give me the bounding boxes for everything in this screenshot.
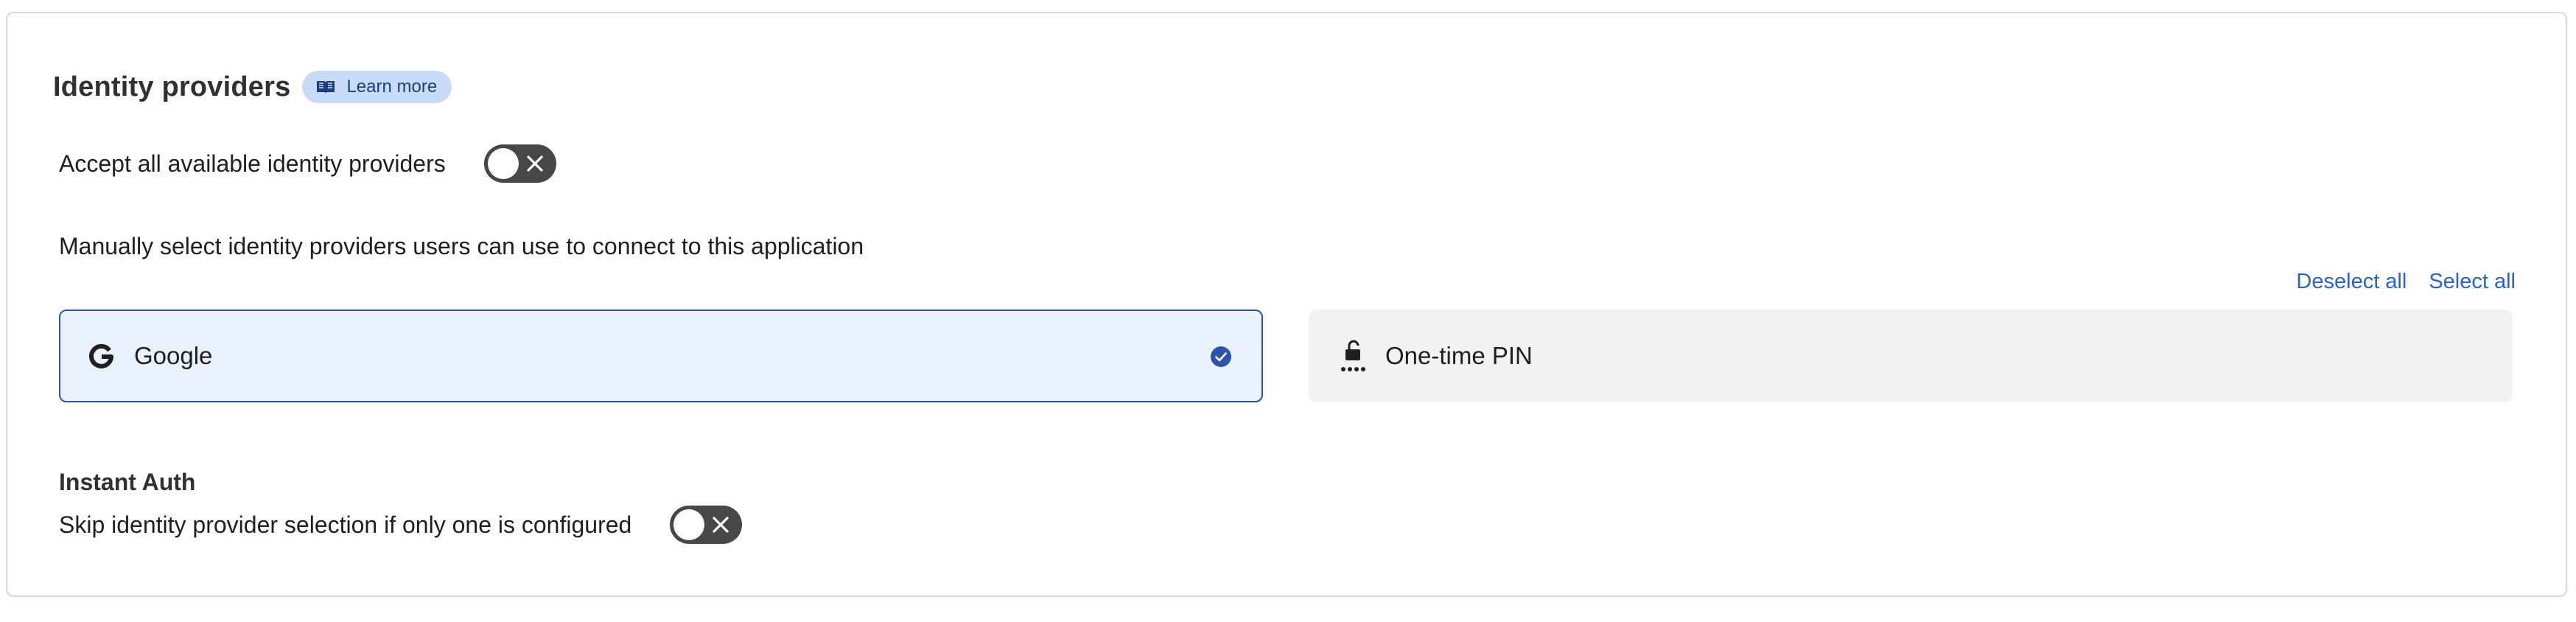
instant-auth-toggle[interactable] <box>670 506 743 544</box>
instant-auth-title: Instant Auth <box>59 469 196 495</box>
accept-all-row: Accept all available identity providers <box>59 144 556 183</box>
toggle-knob <box>673 509 705 540</box>
one-time-pin-icon <box>1341 340 1365 371</box>
x-icon <box>713 517 729 533</box>
provider-card-one-time-pin[interactable]: One-time PIN <box>1309 310 2513 402</box>
manual-select-label: Manually select identity providers users… <box>59 233 864 259</box>
learn-more-label: Learn more <box>346 77 438 97</box>
provider-name: Google <box>134 342 213 369</box>
deselect-all-link[interactable]: Deselect all <box>2296 270 2407 294</box>
provider-name: One-time PIN <box>1385 342 1533 369</box>
select-all-link[interactable]: Select all <box>2429 270 2516 294</box>
accept-all-label: Accept all available identity providers <box>59 150 446 177</box>
selection-links: Deselect all Select all <box>2296 270 2516 294</box>
google-icon <box>89 343 113 368</box>
toggle-knob <box>487 148 519 179</box>
instant-auth-row: Skip identity provider selection if only… <box>59 506 743 544</box>
learn-more-button[interactable]: Learn more <box>302 71 452 103</box>
section-header: Identity providers Learn more <box>53 69 452 105</box>
accept-all-toggle[interactable] <box>483 144 556 183</box>
instant-auth-label: Skip identity provider selection if only… <box>59 511 632 538</box>
section-title: Identity providers <box>53 71 291 102</box>
check-circle-icon <box>1211 346 1231 367</box>
provider-card-google[interactable]: Google <box>59 310 1263 402</box>
book-icon <box>315 79 336 95</box>
x-icon <box>527 156 543 172</box>
